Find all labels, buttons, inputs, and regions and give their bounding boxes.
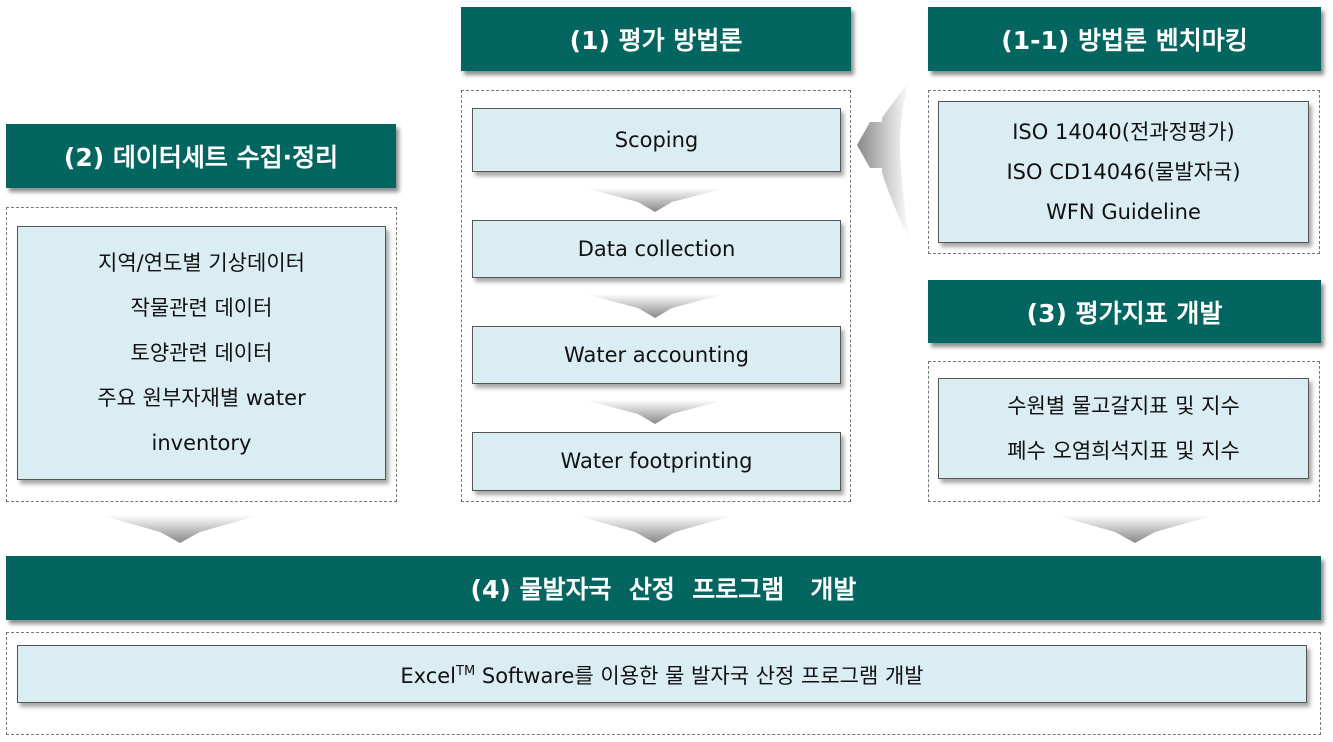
indicators-box: 수원별 물고갈지표 및 지수 폐수 오염희석지표 및 지수	[938, 378, 1309, 479]
curved-arrow-icon	[857, 80, 910, 240]
program-box: ExcelTM Software를 이용한 물 발자국 산정 프로그램 개발	[17, 645, 1307, 703]
dataset-item: 작물관련 데이터	[130, 295, 273, 320]
dataset-item: inventory	[151, 430, 252, 455]
benchmark-box: ISO 14040(전과정평가) ISO CD14046(물발자국) WFN G…	[938, 101, 1309, 243]
step-scoping: Scoping	[472, 108, 841, 172]
benchmark-item: ISO 14040(전과정평가)	[1012, 120, 1235, 144]
trademark: TM	[456, 664, 476, 679]
dataset-box: 지역/연도별 기상데이터 작물관련 데이터 토양관련 데이터 주요 원부자재별 …	[17, 226, 386, 480]
step-data-collection: Data collection	[472, 220, 841, 278]
benchmark-header: (1-1) 방법론 벤치마킹	[928, 7, 1321, 71]
down-arrow-icon	[100, 515, 260, 543]
program-text: ExcelTM Software를 이용한 물 발자국 산정 프로그램 개발	[400, 649, 923, 699]
dataset-item: 지역/연도별 기상데이터	[98, 250, 305, 275]
indicator-item: 수원별 물고갈지표 및 지수	[1007, 393, 1240, 418]
program-text-post: Software를 이용한 물 발자국 산정 프로그램 개발	[475, 664, 924, 688]
down-arrow-icon	[1055, 515, 1215, 543]
dataset-item: 주요 원부자재별 water	[97, 385, 306, 410]
indicator-item: 폐수 오염희석지표 및 지수	[1007, 438, 1240, 463]
program-header: (4) 물발자국 산정 프로그램 개발	[6, 556, 1321, 620]
dataset-item: 토양관련 데이터	[130, 340, 273, 365]
down-arrow-icon	[575, 515, 735, 543]
dataset-header: (2) 데이터세트 수집·정리	[6, 124, 396, 188]
indicators-header: (3) 평가지표 개발	[928, 280, 1321, 343]
program-text-pre: Excel	[400, 664, 457, 688]
benchmark-item: ISO CD14046(물발자국)	[1006, 160, 1241, 184]
benchmark-item: WFN Guideline	[1046, 200, 1201, 224]
step-water-footprinting: Water footprinting	[472, 432, 841, 491]
methodology-header: (1) 평가 방법론	[461, 7, 851, 71]
step-water-accounting: Water accounting	[472, 326, 841, 384]
